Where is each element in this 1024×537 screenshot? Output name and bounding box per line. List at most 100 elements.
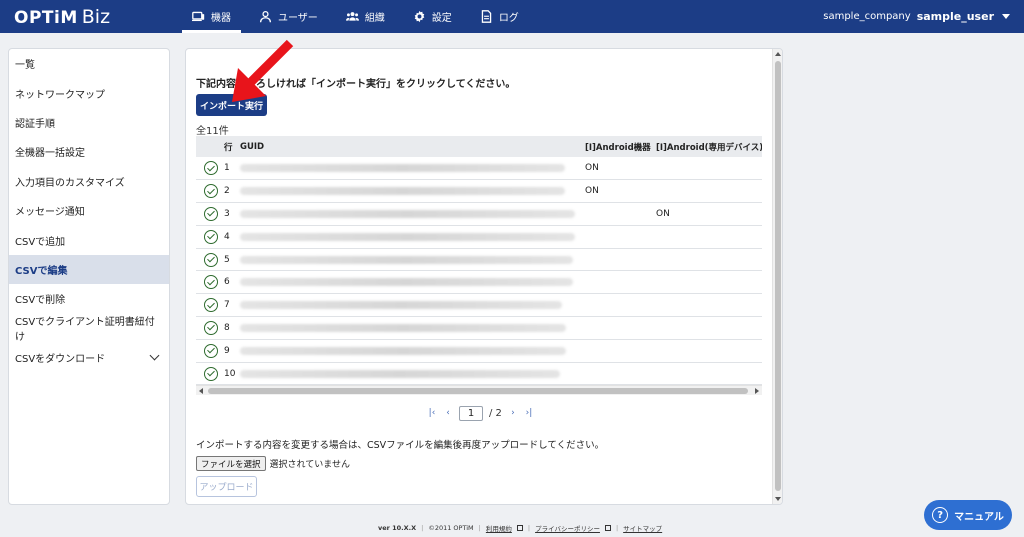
device-icon (192, 11, 205, 22)
check-circle-icon (204, 161, 218, 176)
row-number-cell: 9 (224, 345, 230, 356)
scroll-down-icon[interactable] (775, 497, 781, 501)
col-android: [I]Android機器 (585, 142, 651, 153)
sidebar-item[interactable]: CSVで削除 (9, 284, 169, 313)
android-dedicated-cell (652, 294, 762, 317)
terms-link[interactable]: 利用規約 (486, 523, 512, 533)
manual-button[interactable]: ? マニュアル (924, 500, 1012, 530)
guid-cell (236, 225, 581, 248)
scroll-up-icon[interactable] (775, 52, 781, 56)
account-menu[interactable]: sample_company sample_user (823, 10, 1010, 23)
sidebar-item-label: 一覧 (15, 60, 35, 72)
redacted-guid (240, 369, 560, 378)
scroll-right-icon[interactable] (755, 388, 759, 394)
status-cell (196, 317, 220, 340)
status-cell (196, 157, 220, 180)
android-cell: ON (585, 186, 599, 197)
table-row: 6 (196, 271, 762, 294)
footer-separator: | (615, 524, 619, 532)
footer: ver 10.X.X | ©2011 OPTiM | 利用規約 | プライバシー… (378, 523, 662, 533)
sidebar-item[interactable]: 入力項目のカスタマイズ (9, 167, 169, 196)
nav-tab-organization[interactable]: 組織 (332, 0, 399, 33)
horizontal-scroll-thumb[interactable] (208, 388, 748, 394)
nav-tab-log[interactable]: ログ (466, 0, 533, 33)
user-icon (259, 10, 272, 23)
sidebar-item[interactable]: CSVで編集 (9, 254, 169, 285)
csv-edit-note: インポートする内容を変更する場合は、CSVファイルを編集後再度アップロードしてく… (196, 440, 605, 451)
android-dedicated-cell (652, 339, 762, 362)
choose-file-button[interactable]: ファイルを選択 (196, 456, 266, 471)
upload-button[interactable]: アップロード (196, 476, 257, 497)
scroll-left-icon[interactable] (199, 388, 203, 394)
row-number-cell: 8 (224, 322, 230, 333)
android-cell (581, 271, 652, 294)
status-cell (196, 362, 220, 385)
sidebar-item[interactable]: 一覧 (9, 49, 169, 78)
next-page-icon[interactable]: › (508, 408, 518, 418)
table-row: 2 ON (196, 180, 762, 203)
sidebar-item[interactable]: 認証手順 (9, 108, 169, 137)
file-status: 選択されていません (269, 460, 350, 470)
nav-label: ログ (498, 13, 519, 24)
chevron-down-icon[interactable] (149, 350, 160, 361)
nav-label: 機器 (211, 13, 231, 24)
status-cell (196, 203, 220, 226)
nav-tab-devices[interactable]: 機器 (178, 0, 245, 33)
row-number-cell: 10 (224, 368, 236, 379)
copyright-text: ©2011 OPTiM (428, 524, 474, 532)
sidebar-item[interactable]: 全機器一括設定 (9, 137, 169, 166)
manual-label: マニュアル (954, 511, 1004, 523)
external-link-icon (516, 525, 523, 531)
redacted-guid (240, 346, 566, 355)
nav-label: ユーザー (278, 13, 318, 24)
nav-tab-settings[interactable]: 設定 (399, 0, 466, 33)
red-arrow-annotation-icon (232, 39, 294, 102)
col-guid: GUID (240, 141, 265, 152)
col-status (196, 136, 220, 157)
version-text: ver 10.X.X (378, 524, 417, 532)
sidebar-item-label: CSVで追加 (15, 236, 66, 248)
sidebar-item[interactable]: CSVでクライアント証明書紐付け (9, 314, 169, 343)
sidebar-item[interactable]: ネットワークマップ (9, 78, 169, 107)
privacy-link[interactable]: プライバシーポリシー (535, 523, 600, 533)
table-row: 4 (196, 225, 762, 249)
app-logo[interactable]: OPTiM Biz (14, 6, 110, 28)
vertical-scroll-thumb[interactable] (775, 61, 781, 491)
sidebar-item-label: ネットワークマップ (15, 89, 105, 101)
sitemap-link[interactable]: サイトマップ (623, 523, 662, 533)
sidebar-item-label: CSVをダウンロード (15, 354, 106, 366)
prev-page-icon[interactable]: ‹ (443, 408, 453, 418)
row-number-cell: 7 (224, 300, 230, 311)
redacted-guid (240, 164, 565, 173)
sidebar-item-label: CSVで編集 (15, 265, 68, 277)
redacted-guid (240, 301, 562, 310)
check-circle-icon (204, 366, 218, 381)
sidebar-item-label: 入力項目のカスタマイズ (15, 177, 125, 189)
row-number-cell: 3 (224, 208, 230, 219)
check-circle-icon (204, 320, 218, 335)
sidebar-item[interactable]: CSVで追加 (9, 225, 169, 254)
android-dedicated-cell (652, 317, 762, 340)
android-cell (581, 362, 652, 385)
page-number-input[interactable] (459, 405, 483, 421)
nav-tab-users[interactable]: ユーザー (245, 0, 332, 33)
nav-label: 組織 (364, 13, 385, 24)
table-row: 5 (196, 248, 762, 271)
sidebar-item[interactable]: CSVをダウンロード (9, 343, 169, 372)
check-circle-icon (204, 343, 218, 358)
android-cell (581, 339, 652, 362)
vertical-scrollbar[interactable] (772, 49, 782, 504)
android-dedicated-cell (652, 225, 762, 248)
sidebar-item-label: CSVでクライアント証明書紐付け (15, 317, 155, 344)
caret-down-icon (1002, 14, 1010, 19)
last-page-icon[interactable]: ›| (524, 408, 534, 418)
horizontal-scrollbar[interactable] (196, 385, 762, 395)
sidebar-item[interactable]: メッセージ通知 (9, 196, 169, 225)
android-cell (581, 317, 652, 340)
log-icon (481, 10, 492, 23)
user-name: sample_user (916, 10, 994, 23)
main-panel: 下記内容でよろしければ「インポート実行」をクリックしてください。 インポート実行… (185, 48, 783, 505)
first-page-icon[interactable]: |‹ (427, 408, 437, 418)
table-row: 1 ON (196, 157, 762, 180)
redacted-guid (240, 232, 575, 241)
